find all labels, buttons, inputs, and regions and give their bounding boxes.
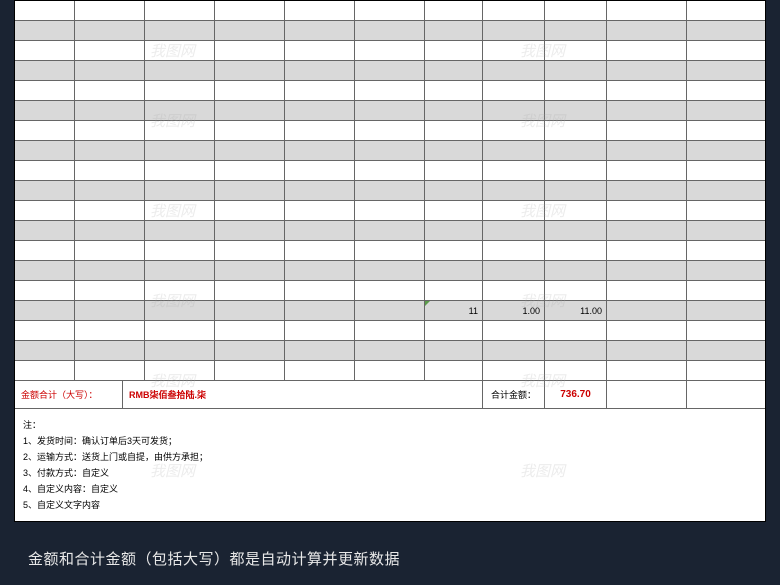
table-row xyxy=(15,281,765,301)
note-line: 2、运输方式：送货上门或自提，由供方承担； xyxy=(23,449,757,465)
table-row xyxy=(15,241,765,261)
table-row xyxy=(15,61,765,81)
table-row xyxy=(15,221,765,241)
total-row: 金额合计（大写）： RMB柒佰叁拾陆.柒 合计金额： 736.70 xyxy=(15,381,765,409)
table-row-data: 11 1.00 11.00 xyxy=(15,301,765,321)
table-row xyxy=(15,1,765,21)
table-row xyxy=(15,81,765,101)
notes-header: 注： xyxy=(23,417,757,433)
grid-area: 11 1.00 11.00 金额合计（大写）： RMB柒佰叁拾陆.柒 合计金额：… xyxy=(15,1,765,409)
table-row xyxy=(15,321,765,341)
table-row xyxy=(15,21,765,41)
total-sum-label: 合计金额： xyxy=(483,381,545,408)
table-row xyxy=(15,181,765,201)
spreadsheet-sheet: 11 1.00 11.00 金额合计（大写）： RMB柒佰叁拾陆.柒 合计金额：… xyxy=(14,0,766,522)
table-row xyxy=(15,201,765,221)
cell-qty[interactable]: 11 xyxy=(425,301,483,320)
table-row xyxy=(15,161,765,181)
total-sum-value: 736.70 xyxy=(545,381,607,408)
note-line: 3、付款方式：自定义 xyxy=(23,465,757,481)
note-line: 5、自定义文字内容 xyxy=(23,497,757,513)
table-row xyxy=(15,261,765,281)
total-label: 金额合计（大写）： xyxy=(15,381,123,408)
caption-text: 金额和合计金额（包括大写）都是自动计算并更新数据 xyxy=(28,548,400,569)
total-words: RMB柒佰叁拾陆.柒 xyxy=(123,381,483,408)
table-row xyxy=(15,341,765,361)
note-line: 1、发货时间：确认订单后3天可发货； xyxy=(23,433,757,449)
cell-amount[interactable]: 11.00 xyxy=(545,301,607,320)
table-row xyxy=(15,361,765,381)
table-row xyxy=(15,121,765,141)
table-row xyxy=(15,101,765,121)
table-row xyxy=(15,41,765,61)
notes-block: 注： 1、发货时间：确认订单后3天可发货； 2、运输方式：送货上门或自提，由供方… xyxy=(15,409,765,513)
table-row xyxy=(15,141,765,161)
cell-price[interactable]: 1.00 xyxy=(483,301,545,320)
note-line: 4、自定义内容：自定义 xyxy=(23,481,757,497)
